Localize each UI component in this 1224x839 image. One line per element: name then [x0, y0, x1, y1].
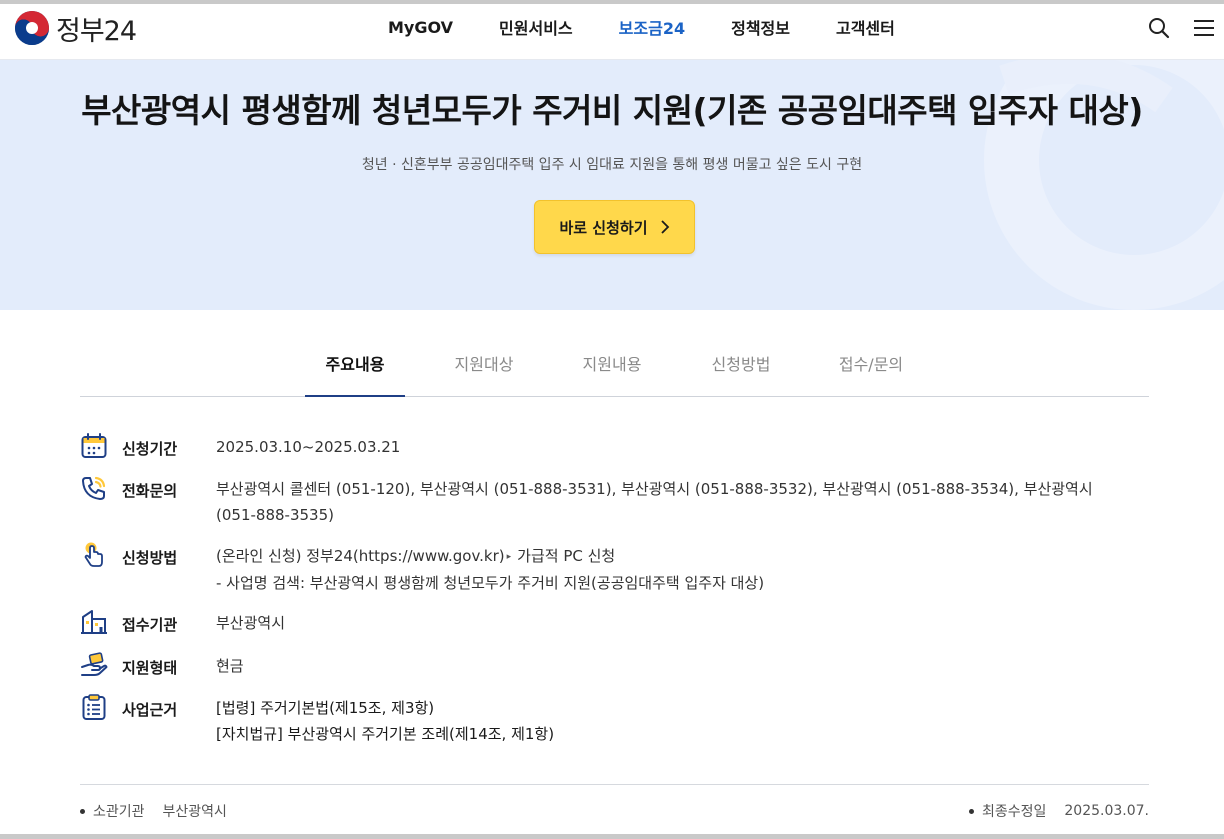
method-pc-note: 가급적 PC 신청 [517, 547, 616, 565]
footer-divider [80, 784, 1149, 785]
content-tabs: 주요내용 지원대상 지원내용 신청방법 접수/문의 [80, 330, 1149, 397]
hero-banner: 부산광역시 평생함께 청년모두가 주거비 지원(기존 공공임대주택 입주자 대상… [0, 60, 1224, 310]
search-icon[interactable] [1147, 16, 1171, 40]
responsible-agency-value: 부산광역시 [162, 804, 227, 820]
agency-value: 부산광역시 [216, 610, 1136, 636]
phone-label: 전화문의 [122, 482, 178, 500]
chevron-right-icon [660, 220, 669, 234]
legal-basis-value: [법령] 주거기본법(제15조, 제3항) [자치법규] 부산광역시 주거기본 … [216, 695, 1136, 747]
method-line-2: - 사업명 검색: 부산광역시 평생함께 청년모두가 주거비 지원(공공임대주택… [216, 574, 765, 592]
period-label: 신청기간 [122, 440, 178, 458]
tab-eligibility[interactable]: 지원대상 [434, 330, 534, 396]
tab-main-content[interactable]: 주요내용 [305, 330, 405, 397]
legal-basis-label: 사업근거 [122, 701, 178, 719]
apply-now-label: 바로 신청하기 [559, 218, 648, 237]
page-subtitle: 청년 · 신혼부부 공공임대주택 입주 시 임대료 지원을 통해 평생 머물고 … [361, 157, 863, 173]
hamburger-menu-icon[interactable] [1192, 16, 1216, 40]
agency-label: 접수기관 [122, 616, 178, 634]
tab-support-details[interactable]: 지원내용 [562, 330, 662, 396]
legal-basis-line-1: [법령] 주거기본법(제15조, 제3항) [216, 699, 435, 717]
nav-mygov[interactable]: MyGOV [388, 18, 453, 37]
tab-how-to-apply[interactable]: 신청방법 [691, 330, 791, 396]
responsible-agency-label: 소관기관 [93, 804, 145, 820]
page-title: 부산광역시 평생함께 청년모두가 주거비 지원(기존 공공임대주택 입주자 대상… [81, 91, 1143, 130]
nav-customer-center[interactable]: 고객센터 [836, 15, 895, 39]
taeguk-logo-icon [15, 11, 49, 45]
last-updated-label: 최종수정일 [981, 804, 1047, 820]
gov24-logo[interactable]: 정부24 [14, 10, 137, 47]
period-value: 2025.03.10~2025.03.21 [216, 434, 1136, 460]
agency-value-text: 부산광역시 [216, 614, 286, 632]
bullet-icon [80, 808, 85, 814]
phone-value: 부산광역시 콜센터 (051-120), 부산광역시 (051-888-3531… [216, 476, 1136, 528]
last-updated-value: 2025.03.07. [1064, 803, 1149, 819]
site-header: 정부24 MyGOV 민원서비스 보조금24 정책정보 고객센터 [0, 4, 1224, 60]
tab-contact[interactable]: 접수/문의 [821, 330, 921, 396]
support-type-value: 현금 [216, 653, 1136, 679]
phone-icon [82, 476, 106, 500]
calendar-icon [81, 433, 107, 458]
responsible-agency: 소관기관 부산광역시 [80, 801, 227, 821]
last-updated: 최종수정일 2025.03.07. [968, 801, 1149, 821]
method-online-text: (온라인 신청) 정부24(https://www.gov.kr) [216, 547, 505, 565]
bullet-icon [968, 808, 974, 814]
method-value: (온라인 신청) 정부24(https://www.gov.kr) ▸ 가급적 PC… [216, 543, 1136, 596]
apply-now-button[interactable]: 바로 신청하기 [534, 200, 695, 254]
method-label: 신청방법 [122, 549, 178, 567]
money-hand-icon [81, 652, 108, 676]
main-nav: MyGOV 민원서비스 보조금24 정책정보 고객센터 [388, 4, 941, 50]
method-line-1: (온라인 신청) 정부24(https://www.gov.kr) ▸ 가급적 PC… [216, 543, 1136, 570]
support-type-label: 지원형태 [122, 659, 178, 677]
nav-civil-service[interactable]: 민원서비스 [499, 15, 573, 39]
hand-pointer-icon [84, 542, 103, 567]
bottom-border [0, 834, 1224, 839]
phone-line-2: (051-888-3535) [216, 506, 334, 524]
triangle-right-icon: ▸ [506, 552, 512, 562]
nav-policy-info[interactable]: 정책정보 [731, 15, 790, 39]
logo-text: 정부24 [56, 15, 137, 47]
legal-basis-line-2: [자치법규] 부산광역시 주거기본 조례(제14조, 제1항) [216, 725, 555, 743]
nav-subsidy24[interactable]: 보조금24 [619, 15, 685, 39]
checklist-icon [82, 694, 106, 720]
phone-line-1: 부산광역시 콜센터 (051-120), 부산광역시 (051-888-3531… [216, 480, 1093, 498]
building-icon [81, 610, 107, 634]
support-type-text: 현금 [216, 657, 244, 675]
period-value-text: 2025.03.10~2025.03.21 [216, 438, 401, 456]
